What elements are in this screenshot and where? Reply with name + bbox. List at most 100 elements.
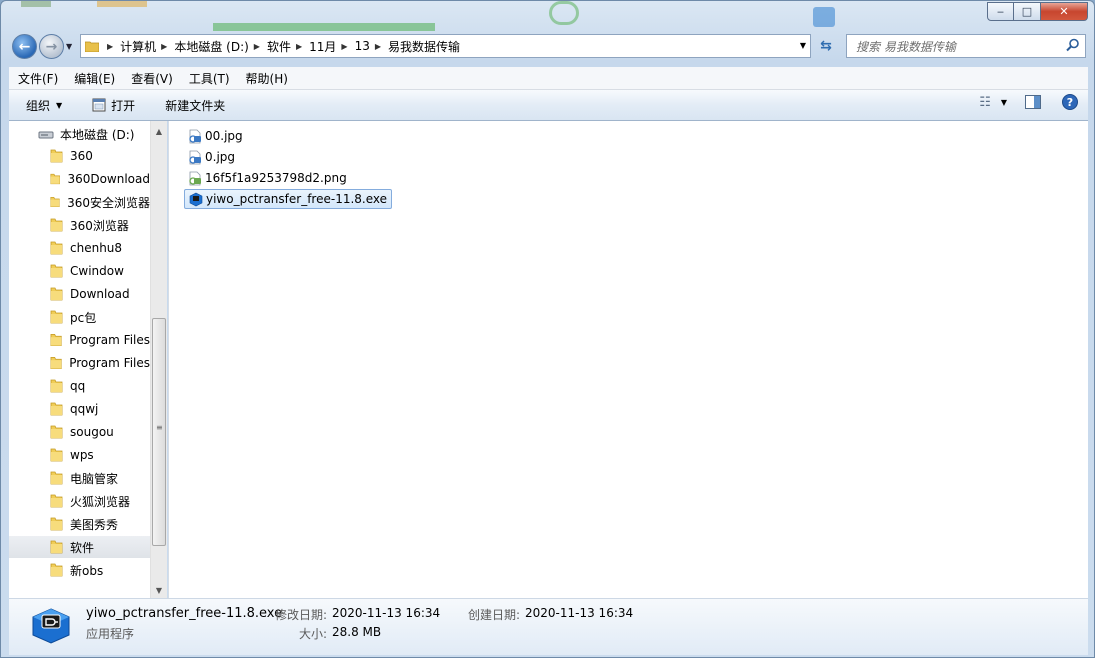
scroll-down-icon[interactable]: ▼ [151, 582, 167, 598]
sidebar-item-label: 电脑管家 [70, 471, 119, 486]
sidebar-item-folder[interactable]: 美图秀秀 [9, 513, 150, 535]
sidebar-item-folder[interactable]: chenhu8 [9, 237, 150, 259]
details-created-value: 2020-11-13 16:34 [525, 606, 634, 620]
breadcrumb-item[interactable]: ▶ 本地磁盘 (D:) [156, 38, 249, 55]
png-image-file-icon [189, 171, 201, 185]
back-button[interactable]: ← [12, 34, 37, 59]
breadcrumb-label: 11月 [309, 39, 337, 54]
details-file-type: 应用程序 [86, 627, 135, 641]
view-options-icon[interactable]: ☷ [979, 95, 991, 110]
file-item[interactable]: 00.jpg [184, 126, 247, 146]
arrow-right-icon: → [45, 38, 58, 55]
sidebar-item-label: Program Files [69, 356, 150, 370]
file-list: 00.jpg 0.jpg 16f5f1a9253798d2.png yiwo_pctr… [168, 121, 1088, 598]
address-dropdown-icon[interactable]: ▼ [800, 41, 806, 50]
sidebar-item-label: 360Download [67, 172, 150, 186]
breadcrumb-item[interactable]: ▶ 13 [336, 39, 369, 53]
sidebar-item-folder[interactable]: Download [9, 283, 150, 305]
open-label: 打开 [111, 98, 136, 113]
file-item[interactable]: 0.jpg [184, 147, 239, 167]
search-box[interactable] [846, 34, 1086, 58]
maximize-button[interactable]: □ [1014, 2, 1041, 21]
file-item[interactable]: 16f5f1a9253798d2.png [184, 168, 351, 188]
caption-buttons: ‒ □ ✕ [987, 2, 1088, 21]
menu-tools[interactable]: 工具(T) [180, 70, 237, 87]
help-icon[interactable]: ? [1062, 94, 1078, 110]
open-button[interactable]: 打开 [82, 93, 145, 117]
folder-icon [50, 149, 63, 163]
sidebar-item-label: 火狐浏览器 [70, 494, 131, 509]
menu-file[interactable]: 文件(F) [9, 70, 65, 87]
sidebar-item-folder[interactable]: qqwj [9, 398, 150, 420]
menu-edit[interactable]: 编辑(E) [65, 70, 122, 87]
folder-icon [85, 41, 99, 52]
minimize-button[interactable]: ‒ [987, 2, 1014, 21]
breadcrumb-item[interactable]: ▶ 易我数据传输 [370, 38, 460, 55]
sidebar-item-folder[interactable]: 电脑管家 [9, 467, 150, 489]
folder-icon [50, 517, 63, 531]
navigation-bar: ← → ▼ ▶ 计算机 ▶ 本地磁盘 (D:) ▶ 软件 ▶ 11月 ▶ 13 ▶ 易我数据传输 ▼ … [1, 32, 1094, 62]
sidebar-item-folder[interactable]: 360安全浏览器 [9, 191, 150, 213]
scroll-up-icon[interactable]: ▲ [151, 123, 167, 139]
sidebar-item-label: qq [70, 379, 86, 393]
sidebar-item-folder[interactable]: pc包 [9, 306, 150, 328]
folder-icon [50, 173, 60, 185]
new-folder-button[interactable]: 新建文件夹 [155, 93, 235, 117]
navigation-scrollbar[interactable]: ▲ ≡ ▼ [150, 121, 167, 598]
hard-drive-icon [38, 131, 54, 139]
breadcrumb-item[interactable]: ▶ 计算机 [102, 38, 156, 55]
sidebar-item-folder[interactable]: sougou [9, 421, 150, 443]
sidebar-item-label: wps [70, 448, 94, 462]
history-dropdown-icon[interactable]: ▼ [66, 42, 72, 51]
sidebar-item-folder[interactable]: Program Files [9, 352, 150, 374]
preview-pane-icon[interactable] [1025, 95, 1041, 109]
organize-button[interactable]: 组织 ▼ [9, 93, 72, 117]
menu-view[interactable]: 查看(V) [122, 70, 180, 87]
sidebar-item-folder[interactable]: qq [9, 375, 150, 397]
menu-help[interactable]: 帮助(H) [237, 70, 295, 87]
sidebar-item-folder[interactable]: 360浏览器 [9, 214, 150, 236]
search-input[interactable] [854, 36, 1058, 58]
folder-icon [50, 218, 63, 232]
chevron-right-icon[interactable]: ▶ [107, 42, 113, 51]
breadcrumb-item[interactable]: ▶ 软件 [249, 38, 291, 55]
background-strip [1, 1, 1094, 31]
breadcrumb: ▶ 计算机 ▶ 本地磁盘 (D:) ▶ 软件 ▶ 11月 ▶ 13 ▶ 易我数据传输 [102, 38, 460, 55]
folder-icon [50, 310, 63, 324]
chevron-right-icon[interactable]: ▶ [254, 42, 260, 51]
breadcrumb-label: 易我数据传输 [388, 39, 461, 54]
chevron-right-icon[interactable]: ▶ [296, 42, 302, 51]
breadcrumb-item[interactable]: ▶ 11月 [291, 38, 336, 55]
folder-icon [50, 197, 60, 207]
address-bar[interactable]: ▶ 计算机 ▶ 本地磁盘 (D:) ▶ 软件 ▶ 11月 ▶ 13 ▶ 易我数据传输 ▼ [80, 34, 811, 58]
view-dropdown-icon[interactable]: ▼ [1001, 98, 1007, 107]
sidebar-item-label: 360浏览器 [70, 218, 129, 233]
sidebar-item-folder[interactable]: 360Download [9, 168, 150, 190]
file-item[interactable]: yiwo_pctransfer_free-11.8.exe [184, 189, 393, 209]
refresh-button[interactable]: ⇆ [815, 36, 837, 56]
chevron-down-icon: ▼ [56, 100, 63, 110]
new-folder-label: 新建文件夹 [165, 98, 226, 113]
sidebar-item-folder[interactable]: 火狐浏览器 [9, 490, 150, 512]
scroll-thumb[interactable]: ≡ [152, 318, 166, 546]
chevron-right-icon[interactable]: ▶ [161, 42, 167, 51]
sidebar-item-folder[interactable]: Cwindow [9, 260, 150, 282]
close-button[interactable]: ✕ [1041, 2, 1088, 21]
sidebar-item-folder[interactable]: 软件 [9, 536, 150, 558]
forward-button[interactable]: → [39, 34, 64, 59]
organize-label: 组织 [26, 98, 51, 113]
breadcrumb-label: 本地磁盘 (D:) [174, 39, 249, 54]
sidebar-item-folder[interactable]: 360 [9, 145, 150, 167]
arrow-left-icon: ← [18, 38, 31, 55]
details-file-name: yiwo_pctransfer_free-11.8.exe [86, 606, 283, 621]
sidebar-item-drive[interactable]: 本地磁盘 (D:) [9, 123, 150, 145]
chevron-right-icon[interactable]: ▶ [341, 42, 347, 51]
folder-icon [50, 402, 63, 416]
sidebar-item-folder[interactable]: Program Files [9, 329, 150, 351]
sidebar-item-folder[interactable]: wps [9, 444, 150, 466]
sidebar-item-folder[interactable]: 新obs [9, 559, 150, 581]
chevron-right-icon[interactable]: ▶ [375, 42, 381, 51]
details-size-label: 大小: [299, 627, 328, 641]
sidebar-item-label: Cwindow [70, 264, 124, 278]
search-icon[interactable] [1066, 38, 1080, 52]
